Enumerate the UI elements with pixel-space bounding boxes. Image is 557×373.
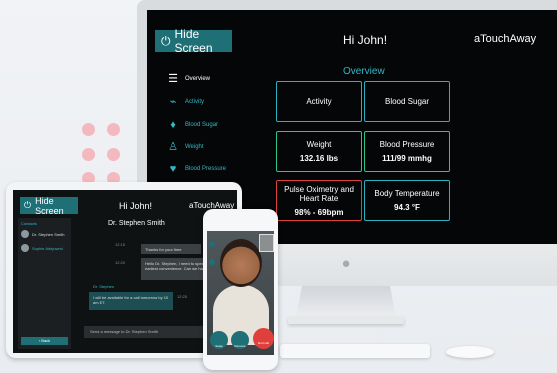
sidebar-item-blood-pressure[interactable]: ♥ Blood Pressure (167, 160, 257, 178)
greeting: Hi John! (343, 33, 388, 47)
message-bubble: I will be available for a call tomorrow … (89, 292, 173, 310)
activity-icon: ⌁ (169, 96, 177, 108)
mic-toggle-icon[interactable] (209, 259, 215, 265)
greeting: Hi John! (119, 201, 153, 211)
monitor-stand-base (288, 316, 404, 324)
caller-face (220, 239, 262, 287)
tile-weight[interactable]: Weight 132.16 lbs (276, 131, 362, 172)
decor-dot (107, 123, 120, 136)
tile-blood-pressure[interactable]: Blood Pressure 111/99 mmhg (364, 131, 450, 172)
tile-body-temperature[interactable]: Body Temperature 94.3 °F (364, 180, 450, 221)
end-call-button[interactable]: End call (253, 328, 274, 349)
tile-value: 98% - 69bpm (294, 207, 344, 217)
heart-icon: ♥ (169, 163, 177, 175)
swap-label: Swap (215, 344, 223, 348)
self-view-thumbnail[interactable] (259, 234, 274, 252)
sidebar-item-overview[interactable]: ☰ Overview (167, 70, 257, 88)
message-input[interactable]: Send a message to Dr. Stephen Smith (84, 326, 204, 338)
power-icon: ⏻ (24, 200, 32, 210)
message-bubble: Thanks for your time (141, 244, 201, 254)
decor-dot (82, 148, 95, 161)
tile-value: 132.16 lbs (299, 154, 339, 163)
message-time: 12:20 (115, 260, 126, 265)
video-toggle-icon[interactable] (209, 241, 215, 247)
tile-activity[interactable]: Activity (276, 81, 362, 122)
apple-logo-icon: ● (341, 255, 351, 272)
sidebar-item-label: Weight (185, 144, 204, 150)
phone-screen: Swap Remove End call (207, 231, 274, 355)
avatar (21, 244, 29, 252)
message-time: 12:25 (177, 294, 188, 299)
contacts-panel: Contacts Dr. Stephen Smith Sophie Adejuw… (18, 218, 71, 349)
sidebar-item-activity[interactable]: ⌁ Activity (167, 93, 257, 111)
remove-label: Remove (234, 344, 246, 348)
page-title: Overview (343, 66, 385, 77)
mouse (446, 346, 494, 358)
tile-title: Blood Pressure (379, 140, 435, 149)
swap-button[interactable]: Swap (210, 331, 228, 349)
tile-title: Blood Sugar (384, 97, 430, 106)
contact-name: Dr. Stephen Smith (32, 231, 65, 237)
hide-screen-label: Hide Screen (35, 195, 64, 216)
end-call-label: End call (258, 341, 269, 345)
message-text: Thanks for your time (145, 247, 182, 252)
hide-screen-button[interactable]: ⏻ Hide Screen (20, 195, 78, 216)
keyboard (280, 344, 430, 358)
sidebar-item-label: Blood Pressure (185, 166, 227, 172)
tile-pulse-oximetry[interactable]: Pulse Oximetry and Heart Rate 98% - 69bp… (276, 180, 362, 221)
decor-dot (82, 123, 95, 136)
tile-title: Pulse Oximetry and Heart Rate (284, 184, 354, 203)
message-text: I will be available for a call tomorrow … (93, 295, 169, 305)
person-icon: ♙ (168, 141, 178, 153)
contact-item[interactable]: Sophie Adejuwmi (21, 243, 69, 253)
power-icon: ⏻ (161, 33, 171, 48)
decor-dot (107, 148, 120, 161)
status-bar (147, 10, 557, 19)
avatar (21, 230, 29, 238)
sidebar-item-label: Overview (185, 76, 211, 82)
tile-title: Body Temperature (374, 189, 440, 198)
tile-blood-sugar[interactable]: Blood Sugar (364, 81, 450, 122)
chat-title: Dr. Stephen Smith (108, 220, 165, 227)
tile-title: Weight (306, 140, 332, 149)
message-time: 12:15 (115, 242, 126, 247)
hide-screen-label: Hide Screen (174, 27, 213, 55)
monitor-stand (296, 286, 396, 318)
hide-screen-button[interactable]: ⏻ Hide Screen (155, 27, 232, 55)
back-button[interactable]: ‹ Back (21, 337, 68, 345)
contact-item[interactable]: Dr. Stephen Smith (21, 229, 69, 239)
tile-value: 94.3 °F (394, 203, 420, 212)
message-sender: Dr. Stephen (93, 284, 115, 289)
back-label: Back (41, 338, 51, 343)
brand-name: aTouchAway (474, 33, 537, 45)
contact-name: Sophie Adejuwmi (32, 245, 63, 251)
drop-icon: ♦ (170, 119, 176, 131)
tile-title: Activity (306, 97, 332, 106)
sidebar-item-blood-sugar[interactable]: ♦ Blood Sugar (167, 116, 257, 134)
contacts-header: Contacts (21, 221, 37, 226)
list-icon: ☰ (168, 73, 178, 85)
tile-value: 111/99 mmhg (382, 154, 432, 163)
remove-button[interactable]: Remove (231, 331, 249, 349)
sidebar-item-weight[interactable]: ♙ Weight (167, 138, 257, 156)
sidebar-item-label: Activity (185, 99, 205, 105)
sidebar-item-label: Blood Sugar (185, 122, 219, 128)
